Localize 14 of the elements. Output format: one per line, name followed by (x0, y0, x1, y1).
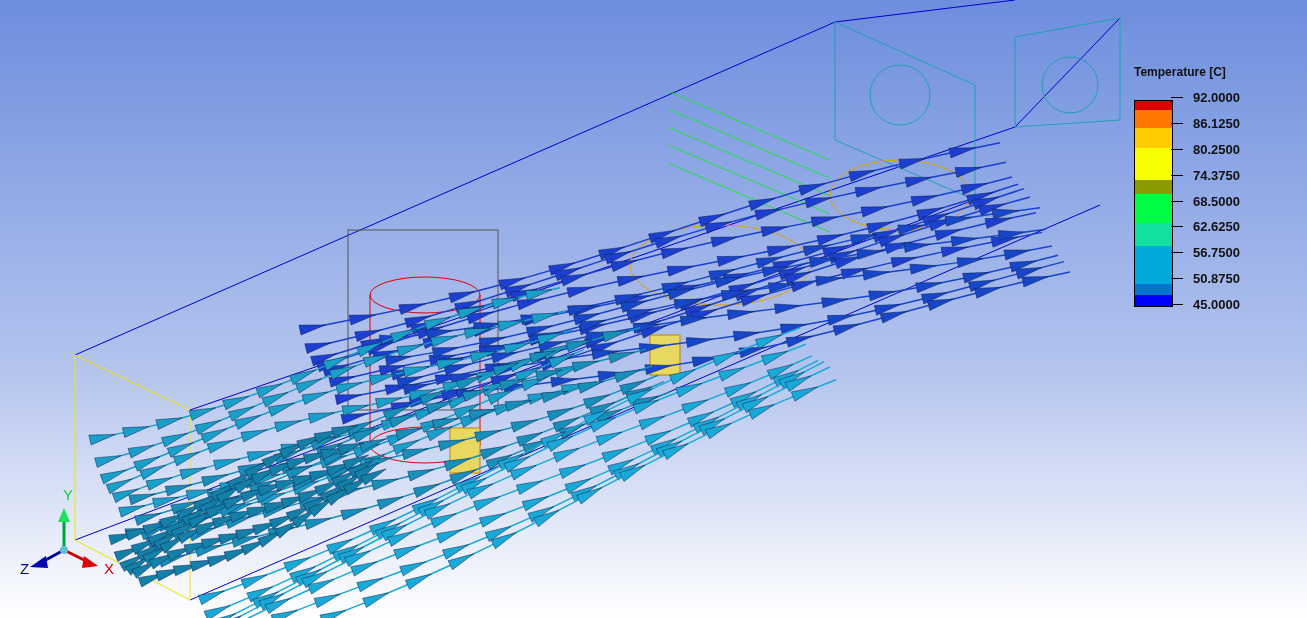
legend-value: 68.5000 (1193, 193, 1240, 209)
legend-title: Temperature [C] (1134, 65, 1226, 79)
legend-value: 45.0000 (1193, 297, 1240, 312)
legend-value: 50.8750 (1193, 271, 1240, 287)
legend-value: 80.2500 (1193, 141, 1240, 157)
z-axis-label: Z (20, 560, 30, 577)
legend-value: 74.3750 (1193, 167, 1240, 183)
x-axis-label: X (104, 560, 114, 577)
axis-triad-icon (30, 508, 98, 568)
legend-value: 86.1250 (1193, 115, 1240, 131)
legend-value: 92.0000 (1193, 90, 1240, 105)
y-axis-label: Y (63, 486, 73, 503)
legend-value: 56.7500 (1193, 245, 1240, 261)
legend-value: 62.6250 (1193, 219, 1240, 235)
